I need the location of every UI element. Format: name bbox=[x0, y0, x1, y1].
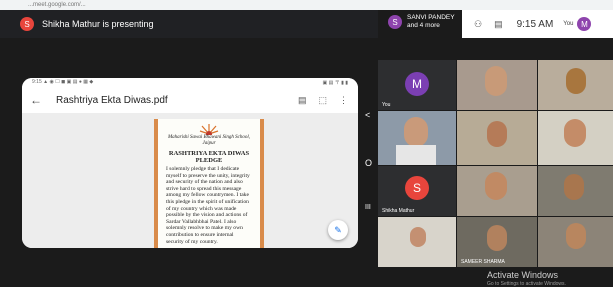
phone-status-bar: 9:15 ▲ ◉ ☐ ◼ ▣ ▤ ● ▦ ◆ ▣ ▤ 〒 ▮ ▮ bbox=[22, 78, 358, 87]
sun-emblem-icon bbox=[199, 124, 219, 135]
participant-tile[interactable]: SAMEER SHARMA bbox=[457, 217, 537, 267]
participant-tile[interactable] bbox=[538, 166, 613, 216]
participant-tile[interactable] bbox=[538, 60, 613, 110]
edit-pencil-icon[interactable]: ✎ bbox=[328, 220, 348, 240]
presenter-avatar: S bbox=[20, 17, 34, 31]
people-icon[interactable]: ⚇ bbox=[474, 19, 482, 30]
participant-tile[interactable] bbox=[457, 60, 537, 110]
participant-more: and 4 more bbox=[407, 22, 440, 29]
participant-tile[interactable] bbox=[538, 111, 613, 165]
participant-name: SANVI PANDEY bbox=[407, 14, 455, 21]
android-nav-bar: < O III bbox=[362, 110, 376, 220]
participants-summary[interactable]: S SANVI PANDEY and 4 more bbox=[388, 14, 455, 30]
activate-windows-title: Activate Windows bbox=[487, 270, 559, 280]
participant-tile[interactable]: S Shikha Mathur bbox=[378, 166, 456, 216]
activate-windows-subtitle: Go to Settings to activate Windows. bbox=[487, 281, 566, 287]
participant-tile[interactable] bbox=[538, 217, 613, 267]
participant-grid: M You S Shikha Mathur SAMEER SHARMA bbox=[378, 60, 613, 267]
participant-tile[interactable]: M You bbox=[378, 60, 456, 110]
chat-icon[interactable]: ▤ bbox=[494, 19, 503, 30]
meet-screen: ...meet.google.com/... S Shikha Mathur i… bbox=[0, 0, 613, 287]
nav-home-icon[interactable]: O bbox=[365, 158, 372, 168]
my-avatar[interactable]: M bbox=[577, 17, 592, 31]
more-vert-icon[interactable]: ⋮ bbox=[339, 95, 348, 106]
pledge-subheading: PLEDGE bbox=[195, 157, 223, 164]
pledge-heading: RASHTRIYA EKTA DIWAS bbox=[168, 150, 250, 157]
presenter-text: Shikha Mathur is presenting bbox=[42, 19, 154, 29]
doc-icon[interactable]: ▤ bbox=[298, 95, 307, 106]
participant-tile[interactable] bbox=[457, 166, 537, 216]
pdf-page: Maharishi Sawai Bhawani Singh School, Ja… bbox=[154, 119, 264, 248]
shared-phone-screen: 9:15 ▲ ◉ ☐ ◼ ▣ ▤ ● ▦ ◆ ▣ ▤ 〒 ▮ ▮ ← Rasht… bbox=[22, 78, 358, 248]
pledge-text: I solemnly pledge that I dedicate myself… bbox=[166, 166, 250, 245]
meeting-controls: ⚇ ▤ 9:15 AM You M bbox=[462, 10, 613, 38]
back-arrow-icon[interactable]: ← bbox=[30, 93, 42, 107]
pdf-title: Rashtriya Ekta Diwas.pdf bbox=[56, 94, 168, 106]
nav-back-icon[interactable]: < bbox=[365, 110, 370, 120]
clock: 9:15 AM bbox=[516, 18, 554, 30]
participant-tile[interactable] bbox=[378, 217, 456, 267]
pdf-viewer[interactable]: Maharishi Sawai Bhawani Singh School, Ja… bbox=[22, 113, 358, 248]
presenter-banner: S Shikha Mathur is presenting bbox=[0, 10, 378, 38]
drive-icon[interactable]: ⬚ bbox=[318, 95, 327, 106]
participant-tile[interactable] bbox=[378, 111, 456, 165]
participant-avatar: S bbox=[388, 15, 402, 29]
school-city: Jaipur bbox=[202, 141, 216, 146]
nav-recent-icon[interactable]: III bbox=[365, 204, 371, 211]
participant-tile[interactable] bbox=[457, 111, 537, 165]
you-label: You bbox=[563, 21, 574, 27]
browser-url-bar[interactable]: ...meet.google.com/... bbox=[0, 0, 613, 10]
pdf-app-bar: ← Rashtriya Ekta Diwas.pdf ▤ ⬚ ⋮ bbox=[22, 87, 358, 113]
